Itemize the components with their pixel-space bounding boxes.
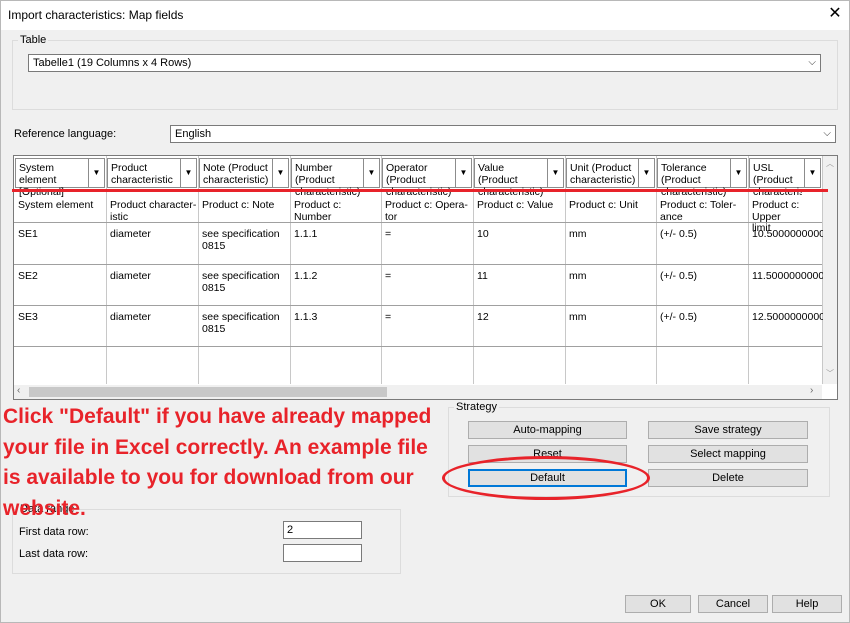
column-header-label: Tolerance (Product characteristic) [661, 162, 727, 198]
close-icon[interactable]: ✕ [823, 3, 847, 25]
strategy-group-label: Strategy [454, 401, 499, 413]
ok-button[interactable]: OK [625, 595, 691, 613]
grid-cell[interactable]: SE3 [18, 311, 38, 324]
chevron-down-icon: ⌵ [823, 128, 831, 139]
dropdown-arrow-icon[interactable]: ▼ [180, 159, 196, 187]
grid-cell[interactable]: (+/- 0.5) [660, 228, 697, 241]
grid-cell[interactable]: diameter [110, 270, 151, 283]
grid-cell[interactable]: = [385, 228, 391, 241]
column-header[interactable]: Unit (Product characteristic) ▼ [566, 158, 655, 188]
table-select-value: Tabelle1 (19 Columns x 4 Rows) [33, 57, 192, 69]
column-header[interactable]: Number (Product characteristic) ▼ [291, 158, 380, 198]
column-header[interactable]: Tolerance (Product characteristic) ▼ [657, 158, 747, 198]
column-header[interactable]: Value (Product characteristic) ▼ [474, 158, 564, 198]
column-header-label: Note (Product characteristic) [203, 162, 269, 186]
row-divider [14, 264, 822, 265]
grid-cell[interactable]: 11.5000000000 [752, 270, 824, 283]
window-title: Import characteristics: Map fields [8, 8, 184, 22]
dropdown-arrow-icon[interactable]: ▼ [730, 159, 746, 187]
grid-cell[interactable]: = [385, 311, 391, 324]
last-data-row-input[interactable] [283, 544, 362, 562]
grid-cell[interactable]: 1.1.2 [294, 270, 317, 283]
grid-cell[interactable]: Product c: Value [477, 199, 553, 212]
dropdown-arrow-icon[interactable]: ▼ [272, 159, 288, 187]
annotation-ellipse [442, 456, 650, 500]
reference-language-label: Reference language: [14, 128, 117, 140]
annotation-text: Click "Default" if you have already mapp… [3, 405, 432, 520]
scroll-down-icon[interactable]: ﹀ [826, 368, 834, 379]
column-header[interactable]: USL (Product characteristic)▼ [749, 158, 821, 198]
grid-cell[interactable]: see specification 0815 [202, 270, 280, 294]
grid-cell[interactable]: 1.1.3 [294, 311, 317, 324]
dropdown-arrow-icon[interactable]: ▼ [638, 159, 654, 187]
grid-cell[interactable]: Product c: Toler- ance [660, 199, 736, 223]
grid-cell[interactable]: 1.1.1 [294, 228, 317, 241]
grid-cell[interactable]: = [385, 270, 391, 283]
grid-cell[interactable]: 10 [477, 228, 489, 241]
table-select[interactable]: Tabelle1 (19 Columns x 4 Rows) ⌵ [28, 54, 821, 72]
save-strategy-button[interactable]: Save strategy [648, 421, 808, 439]
help-button[interactable]: Help [772, 595, 842, 613]
grid-cell[interactable]: see specification 0815 [202, 228, 280, 252]
column-header-label: Value (Product characteristic) [478, 162, 544, 198]
scroll-right-icon[interactable]: › [810, 385, 813, 396]
first-data-row-label: First data row: [19, 526, 89, 538]
table-group-label: Table [18, 34, 49, 46]
dropdown-arrow-icon[interactable]: ▼ [363, 159, 379, 187]
dropdown-arrow-icon[interactable]: ▼ [455, 159, 471, 187]
column-header-label: System element [Optional] [19, 162, 64, 198]
chevron-down-icon: ⌵ [808, 57, 816, 68]
grid-cell[interactable]: Product c: Number [294, 199, 381, 223]
horizontal-scroll-thumb[interactable] [29, 387, 387, 397]
dropdown-arrow-icon[interactable]: ▼ [547, 159, 563, 187]
grid-cell[interactable]: diameter [110, 311, 151, 324]
grid-cell[interactable]: 12 [477, 311, 489, 324]
horizontal-scrollbar[interactable]: ‹ › [14, 385, 822, 399]
scroll-up-icon[interactable]: ︿ [826, 158, 834, 169]
column-header-label: Number (Product characteristic) [295, 162, 361, 198]
grid-cell[interactable]: mm [569, 270, 587, 283]
grid-cell[interactable]: see specification 0815 [202, 311, 280, 335]
grid-cell[interactable]: System element [18, 199, 93, 212]
last-data-row-label: Last data row: [19, 548, 89, 560]
row-divider [14, 305, 822, 306]
delete-button[interactable]: Delete [648, 469, 808, 487]
grid-cell[interactable]: 11 [477, 270, 488, 283]
column-header[interactable]: Operator (Product characteristic) ▼ [382, 158, 472, 198]
grid-cell[interactable]: 12.5000000000 [752, 311, 825, 324]
dropdown-arrow-icon[interactable]: ▼ [88, 159, 104, 187]
grid-cell[interactable]: mm [569, 228, 587, 241]
reference-language-value: English [175, 128, 212, 140]
cancel-button[interactable]: Cancel [698, 595, 768, 613]
grid-cell[interactable]: (+/- 0.5) [660, 270, 697, 283]
annotation-underline [12, 189, 828, 192]
column-header[interactable]: Product characteristic ▼ [107, 158, 197, 188]
grid-cell[interactable]: mm [569, 311, 587, 324]
row-divider [14, 222, 822, 223]
column-header-label: Unit (Product characteristic) [570, 162, 636, 186]
column-header-label: Product characteristic [111, 162, 173, 186]
grid-cell[interactable]: (+/- 0.5) [660, 311, 697, 324]
select-mapping-button[interactable]: Select mapping [648, 445, 808, 463]
row-divider [14, 346, 822, 347]
grid-cell[interactable]: Product character- istic [110, 199, 196, 223]
column-header-label: USL (Product characteristic) [753, 162, 802, 198]
grid-cell[interactable]: Product c: Unit [569, 199, 638, 212]
column-header[interactable]: System element [Optional] ▼ [15, 158, 105, 198]
title-bar: Import characteristics: Map fields ✕ [0, 0, 850, 30]
grid-cell[interactable]: Product c: Opera- tor [385, 199, 468, 223]
auto-mapping-button[interactable]: Auto-mapping [468, 421, 627, 439]
grid-cell[interactable]: SE2 [18, 270, 38, 283]
grid-cell[interactable]: Product c: Note [202, 199, 274, 212]
grid-cell[interactable]: diameter [110, 228, 151, 241]
reference-language-select[interactable]: English ⌵ [170, 125, 836, 143]
grid-cell[interactable]: 10.5000000000 [752, 228, 825, 241]
table-groupbox [12, 40, 838, 110]
dropdown-arrow-icon[interactable]: ▼ [804, 159, 820, 187]
scroll-left-icon[interactable]: ‹ [17, 385, 20, 396]
column-header[interactable]: Note (Product characteristic) ▼ [199, 158, 289, 188]
column-header-label: Operator (Product characteristic) [386, 162, 452, 198]
grid-cell[interactable]: SE1 [18, 228, 38, 241]
